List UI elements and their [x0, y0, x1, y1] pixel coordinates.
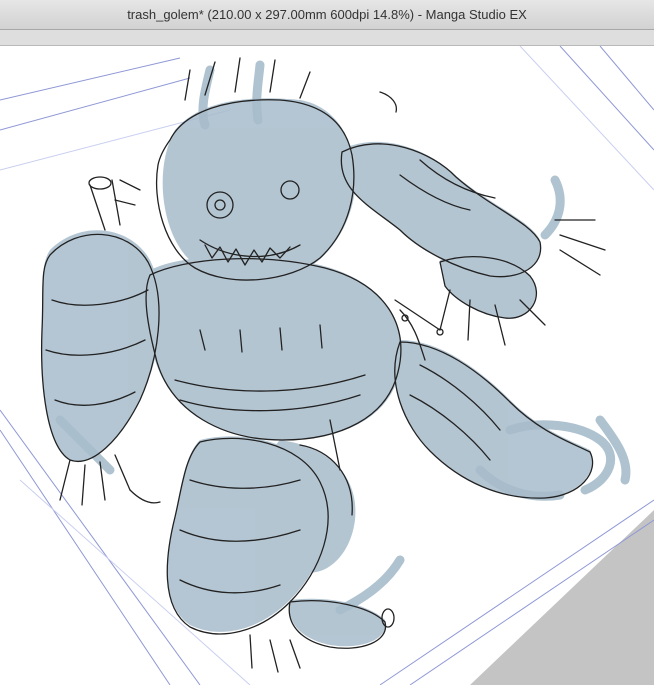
- drawing-canvas[interactable]: [0, 46, 654, 685]
- canvas-svg: [0, 46, 654, 685]
- title-bar[interactable]: trash_golem* (210.00 x 297.00mm 600dpi 1…: [0, 0, 654, 30]
- window-title: trash_golem* (210.00 x 297.00mm 600dpi 1…: [127, 7, 527, 22]
- pasteboard-area: [470, 510, 654, 685]
- app-window: trash_golem* (210.00 x 297.00mm 600dpi 1…: [0, 0, 654, 685]
- toolbar-strip: [0, 30, 654, 46]
